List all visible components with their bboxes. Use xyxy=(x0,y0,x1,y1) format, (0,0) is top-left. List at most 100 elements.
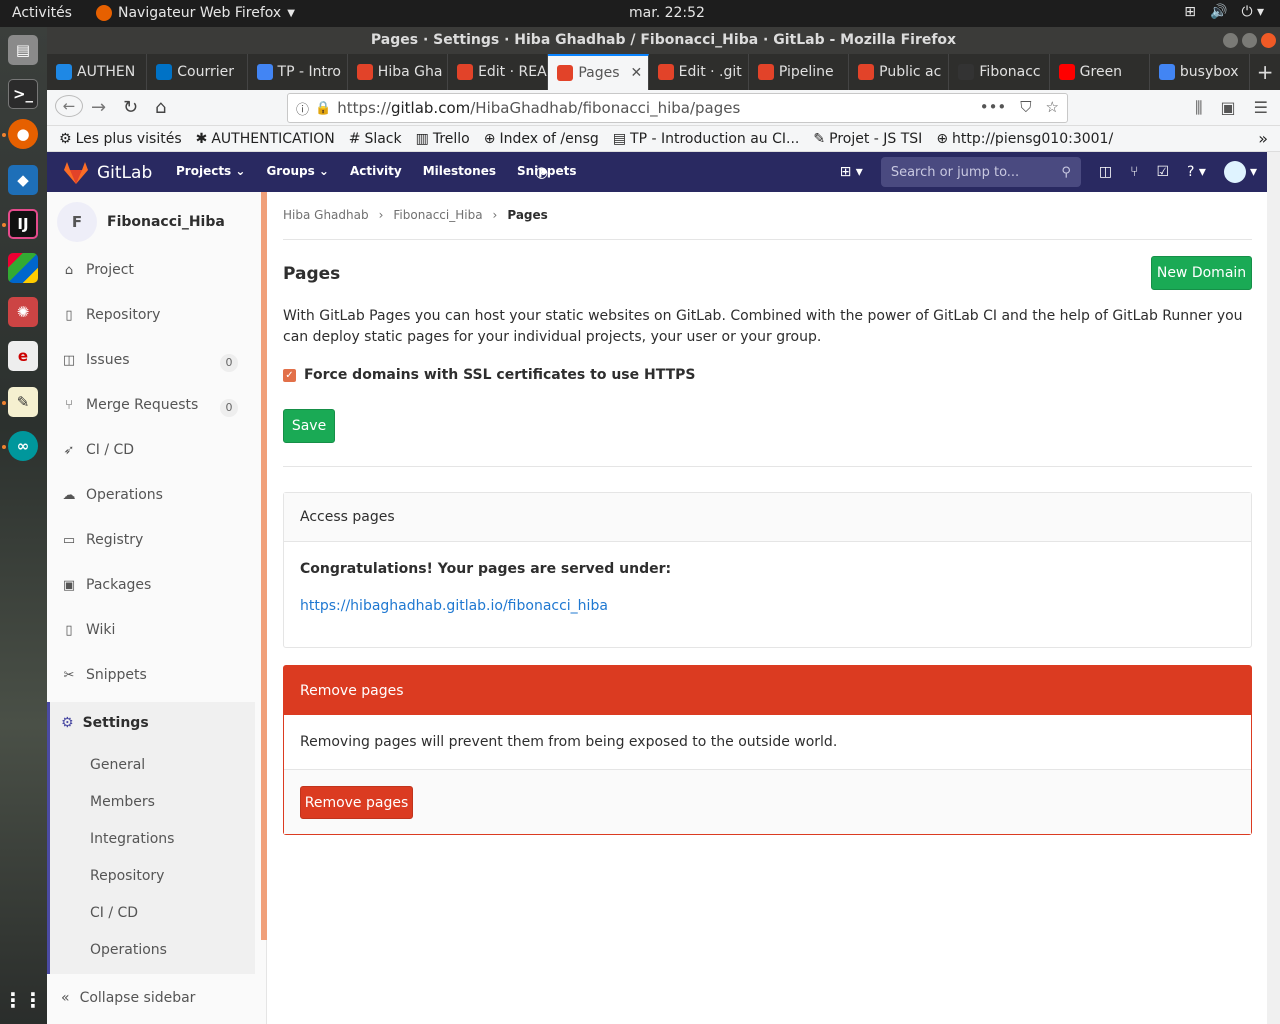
todos-icon[interactable]: ☑ xyxy=(1156,164,1169,180)
minimize-button[interactable] xyxy=(1223,33,1238,48)
sidebar-toggle-icon[interactable]: ▣ xyxy=(1221,98,1236,118)
firefox-dock-icon[interactable]: ● xyxy=(8,119,38,149)
menu-icon[interactable]: ☰ xyxy=(1254,98,1268,118)
maximize-button[interactable] xyxy=(1242,33,1257,48)
reload-button[interactable]: ↻ xyxy=(123,97,138,118)
merge-requests-header-icon[interactable]: ⑂ xyxy=(1130,164,1138,180)
sidebar-item-ci-cd[interactable]: ➶ CI / CD xyxy=(61,442,135,458)
tab-label: AUTHEN xyxy=(77,64,136,80)
pages-url-link[interactable]: https://hibaghadhab.gitlab.io/fibonacci_… xyxy=(300,598,608,614)
bookmark-item[interactable]: ⊕ Index of /ensg xyxy=(484,131,599,147)
sidebar-item-merge-requests[interactable]: ⑂ Merge Requests xyxy=(61,397,198,413)
browser-tab[interactable]: Pages ✕ xyxy=(548,54,649,90)
breadcrumb-current[interactable]: Pages xyxy=(507,208,547,222)
browser-tab[interactable]: Pipeline xyxy=(749,54,850,90)
show-apps-icon[interactable]: ⋮⋮ xyxy=(3,985,43,1015)
sidebar-item-wiki[interactable]: ▯ Wiki xyxy=(61,622,115,638)
search-input[interactable]: Search or jump to... ⚲ xyxy=(880,157,1081,187)
force-https-checkbox-row[interactable]: ✓ Force domains with SSL certificates to… xyxy=(283,367,695,383)
browser-tab[interactable]: Public ac xyxy=(849,54,950,90)
files-icon[interactable]: ▤ xyxy=(8,35,38,65)
back-button[interactable]: ← xyxy=(55,95,83,117)
arduino-icon[interactable]: ∞ xyxy=(8,431,38,461)
sidebar-item-snippets[interactable]: ✂ Snippets xyxy=(61,667,147,683)
browser-tab[interactable]: Edit · .git xyxy=(649,54,749,90)
home-button[interactable]: ⌂ xyxy=(155,97,166,118)
settings-subitem[interactable]: General xyxy=(90,757,145,773)
settings-subitem[interactable]: Operations xyxy=(90,942,167,958)
settings-tool-icon[interactable]: ✺ xyxy=(8,297,38,327)
browser-tab[interactable]: busybox xyxy=(1150,54,1251,90)
apps-grid-icon[interactable] xyxy=(8,253,38,283)
system-tray[interactable]: ⊞ 🔊 ⏻ ▾ xyxy=(1184,4,1264,20)
pocket-icon[interactable]: ⛉ xyxy=(1020,98,1031,116)
sidebar-item-settings[interactable]: ⚙ Settings General Members Integrations Rep… xyxy=(47,702,255,974)
sidebar-item-issues[interactable]: ◫ Issues xyxy=(61,352,130,368)
performance-icon[interactable]: ◔ xyxy=(535,163,548,181)
browser-tab[interactable]: Edit · REA xyxy=(448,54,549,90)
url-text: https://gitlab.com/HibaGhadhab/fibonacci… xyxy=(337,99,741,117)
gitlab-logo[interactable]: GitLab xyxy=(63,161,152,185)
help-icon[interactable]: ? ▾ xyxy=(1187,164,1206,180)
info-icon[interactable]: ⓘ xyxy=(296,99,309,118)
browser-tab[interactable]: Courrier xyxy=(147,54,248,90)
sidebar-item-repository[interactable]: ▯ Repository xyxy=(61,307,160,323)
breadcrumb-project[interactable]: Fibonacci_Hiba xyxy=(393,208,482,222)
collapse-sidebar-button[interactable]: « Collapse sidebar xyxy=(61,990,195,1006)
power-icon: ⏻ ▾ xyxy=(1241,4,1264,20)
sidebar-item-label: Project xyxy=(86,262,134,278)
bookmark-item[interactable]: # Slack xyxy=(349,131,402,147)
editor-icon[interactable]: e xyxy=(8,341,38,371)
bookmark-item[interactable]: ✎ Projet - JS TSI xyxy=(813,131,922,147)
new-tab-button[interactable]: + xyxy=(1250,54,1280,90)
forward-button[interactable]: → xyxy=(91,97,106,118)
browser-tab[interactable]: Hiba Gha xyxy=(348,54,449,90)
user-avatar[interactable]: ▾ xyxy=(1223,161,1257,183)
sidebar-scrollbar[interactable] xyxy=(261,192,267,940)
browser-tab[interactable]: Fibonacc xyxy=(949,54,1050,90)
page-actions-icon[interactable]: ••• xyxy=(980,98,1007,116)
bookmarks-overflow-icon[interactable]: » xyxy=(1258,129,1268,148)
clock[interactable]: mar. 22:52 xyxy=(629,5,705,21)
app-menu[interactable]: Navigateur Web Firefox ▼ xyxy=(96,5,295,21)
close-tab-icon[interactable]: ✕ xyxy=(631,65,643,81)
gitlab-nav-projects[interactable]: Projects ⌄ xyxy=(176,164,245,178)
sidebar-item-packages[interactable]: ▣ Packages xyxy=(61,577,151,593)
gitlab-nav-activity[interactable]: Activity xyxy=(350,164,402,178)
intellij-icon[interactable]: IJ xyxy=(8,209,38,239)
sidebar-project-header[interactable]: F Fibonacci_Hiba xyxy=(57,202,225,242)
issues-header-icon[interactable]: ◫ xyxy=(1099,164,1112,180)
activities-button[interactable]: Activités xyxy=(12,5,72,21)
sidebar-item-operations[interactable]: ☁ Operations xyxy=(61,487,163,503)
close-window-button[interactable] xyxy=(1261,33,1276,48)
gitlab-nav-groups[interactable]: Groups ⌄ xyxy=(266,164,329,178)
vscode-icon[interactable]: ◆ xyxy=(8,165,38,195)
bookmark-item[interactable]: ✱ AUTHENTICATION xyxy=(196,131,335,147)
terminal-icon[interactable]: >_ xyxy=(8,79,38,109)
settings-subitem[interactable]: Integrations xyxy=(90,831,174,847)
remove-pages-button[interactable]: Remove pages xyxy=(300,786,413,819)
bookmark-item[interactable]: ▥ Trello xyxy=(416,131,470,147)
page-scrollbar[interactable] xyxy=(1267,152,1280,1024)
sidebar-item-project[interactable]: ⌂ Project xyxy=(61,262,134,278)
settings-subitem[interactable]: Repository xyxy=(90,868,164,884)
new-item-icon[interactable]: ⊞ ▾ xyxy=(840,164,863,180)
bookmark-star-icon[interactable]: ☆ xyxy=(1046,98,1059,116)
save-button[interactable]: Save xyxy=(283,409,335,443)
gitlab-nav-milestones[interactable]: Milestones xyxy=(423,164,496,178)
bookmark-item[interactable]: ▤ TP - Introduction au CI... xyxy=(613,131,800,147)
bookmark-item[interactable]: ⊕ http://piensg010:3001/ xyxy=(936,131,1113,147)
bookmark-item[interactable]: ⚙ Les plus visités xyxy=(59,131,182,147)
force-https-checkbox[interactable]: ✓ xyxy=(283,368,296,382)
sidebar-item-registry[interactable]: ▭ Registry xyxy=(61,532,143,548)
settings-subitem[interactable]: CI / CD xyxy=(90,905,138,921)
browser-tab[interactable]: Green xyxy=(1050,54,1150,90)
text-editor-icon[interactable]: ✎ xyxy=(8,387,38,417)
settings-subitem[interactable]: Members xyxy=(90,794,155,810)
browser-tab[interactable]: TP - Intro xyxy=(248,54,348,90)
library-icon[interactable]: ⫼ xyxy=(1195,98,1202,118)
breadcrumb-user[interactable]: Hiba Ghadhab xyxy=(283,208,369,222)
url-bar[interactable]: ⓘ 🔒 https://gitlab.com/HibaGhadhab/fibon… xyxy=(287,93,1068,123)
browser-tab[interactable]: AUTHEN xyxy=(47,54,148,90)
new-domain-button[interactable]: New Domain xyxy=(1151,256,1252,290)
